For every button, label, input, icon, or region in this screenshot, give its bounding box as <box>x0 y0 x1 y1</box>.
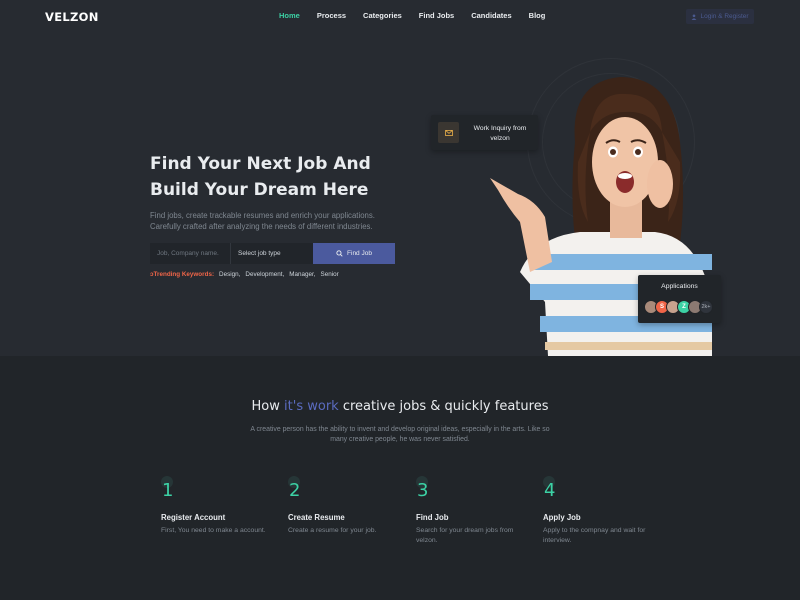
main-menu: Home Process Categories Find Jobs Candid… <box>279 11 562 20</box>
hero-description: Find jobs, create trackable resumes and … <box>150 211 375 231</box>
step-title: Apply Job <box>543 513 581 522</box>
job-type-select[interactable]: Select job type <box>231 243 313 264</box>
nav-item-candidates[interactable]: Candidates <box>471 11 511 20</box>
step-desc: Create a resume for your job. <box>288 527 377 534</box>
step-number: 4 <box>543 476 648 510</box>
section-title: How it's work creative jobs & quickly fe… <box>251 399 549 414</box>
hero-section: Find Your Next Job And Build Your Dream … <box>0 34 800 356</box>
step-number: 3 <box>416 476 521 510</box>
applications-title: Applications <box>661 283 698 290</box>
step-desc: First, You need to make a account. <box>161 527 266 534</box>
login-register-label: Login & Register <box>700 13 749 20</box>
nav-item-find-jobs[interactable]: Find Jobs <box>419 11 454 20</box>
applications-count-badge: 2k+ <box>699 300 713 314</box>
nav-item-blog[interactable]: Blog <box>529 11 546 20</box>
section-description: A creative person has the ability to inv… <box>250 426 550 443</box>
step-number: 2 <box>288 476 393 510</box>
trending-label: ↄTrending Keywords: <box>150 271 215 278</box>
nav-item-process[interactable]: Process <box>317 11 346 20</box>
process-step: 1 Register Account First, You need to ma… <box>161 476 266 536</box>
keyword-link[interactable]: Manager, <box>289 271 315 278</box>
find-job-button[interactable]: Find Job <box>313 243 395 264</box>
job-search-input[interactable]: Job, Company name. <box>150 243 231 264</box>
step-desc: Search for your dream jobs from velzon. <box>416 527 514 544</box>
work-inquiry-card: Work Inquiry from velzon <box>431 115 538 150</box>
mail-icon <box>438 122 459 143</box>
keyword-link[interactable]: Design, <box>219 271 240 278</box>
step-title: Create Resume <box>288 513 345 522</box>
applications-card: Applications S Z 2k+ <box>638 275 721 323</box>
step-desc: Apply to the compnay and wait for interv… <box>543 527 646 544</box>
nav-item-home[interactable]: Home <box>279 11 300 20</box>
keyword-link[interactable]: Development, <box>245 271 284 278</box>
top-navbar: VELZON Home Process Categories Find Jobs… <box>0 0 800 34</box>
job-search-form: Job, Company name. Select job type Find … <box>150 243 395 264</box>
find-job-label: Find Job <box>347 250 372 257</box>
trending-keywords: ↄTrending Keywords: Design, Development,… <box>150 271 339 278</box>
inquiry-text: Work Inquiry from velzon <box>473 125 527 142</box>
step-title: Register Account <box>161 513 226 522</box>
hero-title: Find Your Next Job And Build Your Dream … <box>150 154 371 200</box>
how-it-works-section: How it's work creative jobs & quickly fe… <box>0 356 800 600</box>
keyword-link[interactable]: Senior <box>321 271 339 278</box>
user-icon <box>692 13 697 20</box>
logo[interactable]: VELZON <box>45 10 99 24</box>
process-step: 2 Create Resume Create a resume for your… <box>288 476 393 536</box>
login-register-button[interactable]: Login & Register <box>686 9 754 24</box>
process-step: 3 Find Job Search for your dream jobs fr… <box>416 476 521 546</box>
nav-item-categories[interactable]: Categories <box>363 11 402 20</box>
process-step: 4 Apply Job Apply to the compnay and wai… <box>543 476 648 546</box>
step-number: 1 <box>161 476 266 510</box>
search-icon <box>336 250 343 257</box>
step-title: Find Job <box>416 513 449 522</box>
